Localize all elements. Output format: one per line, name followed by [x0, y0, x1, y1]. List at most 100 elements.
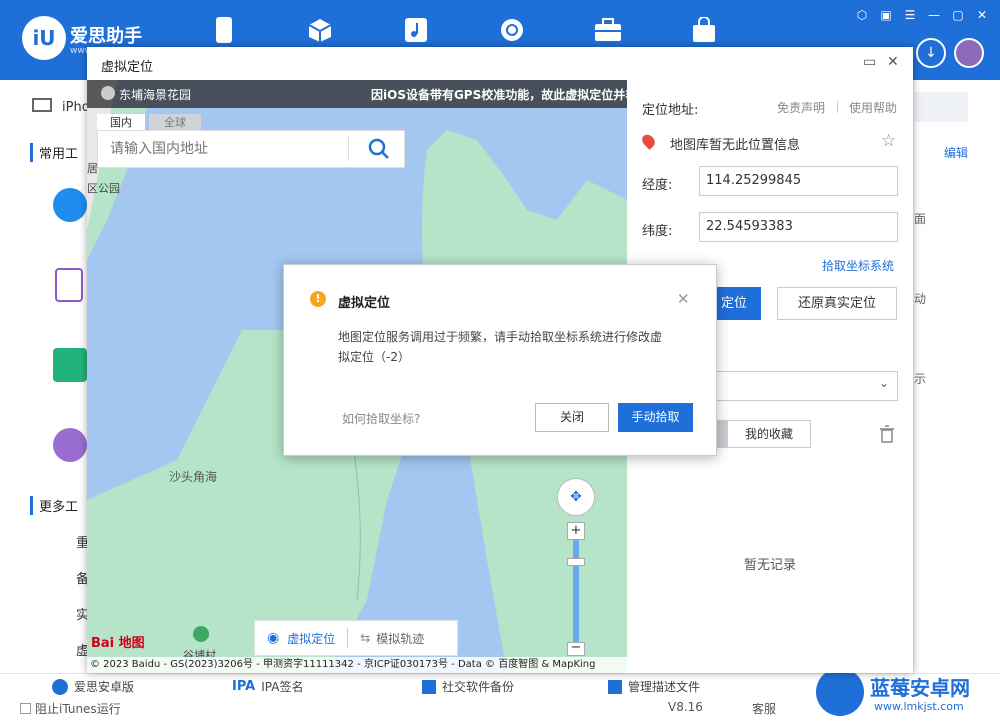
video-app-icon[interactable]: [55, 268, 83, 302]
location-pin-icon: [639, 132, 658, 150]
device-label[interactable]: iPho: [62, 100, 90, 115]
bottom-item-label: IPA签名: [261, 680, 304, 694]
refresh-icon[interactable]: [496, 14, 528, 46]
longitude-label: 经度:: [642, 178, 673, 193]
checkbox-box[interactable]: [20, 703, 31, 714]
search-divider: [348, 137, 349, 161]
zoom-out-button[interactable]: −: [567, 641, 585, 656]
sidebar: iPho 常用工 更多工 重 备 实 虚: [0, 80, 90, 700]
phone-icon[interactable]: [208, 14, 240, 46]
chevron-down-icon: ⌄: [878, 376, 889, 390]
warning-icon: !: [310, 291, 326, 307]
history-dropdown[interactable]: ⌄: [707, 371, 898, 401]
section-more-tools: 更多工: [30, 496, 78, 515]
search-icon[interactable]: [368, 138, 390, 164]
track-icon: ⇆: [360, 631, 371, 645]
toolbar-simulate-track[interactable]: 模拟轨迹: [376, 630, 424, 647]
service-link[interactable]: 客服: [752, 700, 776, 717]
latitude-input[interactable]: 22.54593383: [699, 212, 898, 242]
bottom-item-label: 管理描述文件: [628, 680, 701, 694]
background-right-strip: 编辑 面 动 示: [914, 80, 1000, 700]
map-search-box: [97, 130, 405, 168]
version-label: V8.16: [668, 700, 703, 714]
modal-message: 地图定位服务调用过于频繁，请手动拾取坐标系统进行修改虚拟定位（-2）: [338, 330, 663, 364]
feedback-icon[interactable]: ▣: [878, 8, 894, 22]
minimize-icon[interactable]: —: [926, 8, 942, 22]
bag-icon[interactable]: [688, 14, 720, 46]
watermark-title: 蓝莓安卓网: [870, 676, 970, 700]
help-link[interactable]: 使用帮助: [849, 99, 897, 116]
dialog-title: 虚拟定位: [101, 60, 154, 75]
zoom-slider[interactable]: [573, 540, 579, 644]
section-common-tools: 常用工: [30, 143, 78, 162]
itunes-checkbox[interactable]: 阻止iTunes运行: [20, 700, 121, 717]
map-compass-control[interactable]: ✥: [557, 478, 595, 516]
modal-title: 虚拟定位: [338, 296, 391, 311]
cube-icon[interactable]: [304, 14, 336, 46]
bottom-item-backup[interactable]: 社交软件备份: [422, 678, 514, 695]
sidebar-item-1[interactable]: 重: [52, 532, 89, 551]
map-label-bay: 沙头角海: [169, 470, 218, 484]
map-copyright: © 2023 Baidu - GS(2023)3206号 - 甲测资字11111…: [87, 657, 627, 673]
sidebar-item-3[interactable]: 实: [52, 604, 89, 623]
itunes-checkbox-label: 阻止iTunes运行: [35, 702, 121, 716]
manual-pick-button[interactable]: 手动拾取: [618, 403, 693, 432]
park-icon: [193, 626, 209, 642]
map-search-input[interactable]: [98, 131, 346, 167]
restore-location-button[interactable]: 还原真实定位: [777, 287, 897, 320]
watermark: 蓝莓安卓网 www.lmkjst.com: [812, 666, 1000, 721]
toolbox-icon[interactable]: [592, 14, 624, 46]
profile-icon: [608, 679, 622, 694]
dialog-maximize-icon[interactable]: ▭: [863, 54, 876, 70]
watermark-logo: [816, 668, 864, 716]
map-label-home: 居: [87, 162, 98, 175]
trash-icon[interactable]: [879, 425, 895, 447]
search-bar-bg: [914, 92, 968, 122]
right-item-3: 示: [914, 372, 927, 386]
banner-notice: 因iOS设备带有GPS校准功能，故此虚拟定位并非: [371, 88, 627, 102]
map-location-icon: [101, 86, 115, 100]
right-item-1: 面: [914, 212, 927, 226]
close-icon[interactable]: ✕: [974, 8, 990, 22]
pin-icon: ◉: [267, 630, 280, 646]
menu-icon[interactable]: ☰: [902, 8, 918, 22]
location-info: 地图库暂无此位置信息: [670, 138, 801, 153]
app-logo: iU: [22, 16, 66, 60]
music-icon[interactable]: [400, 14, 432, 46]
longitude-input[interactable]: 114.25299845: [699, 166, 898, 196]
sidebar-item-4[interactable]: 虚: [52, 640, 89, 659]
modal-close-button[interactable]: 关闭: [535, 403, 609, 432]
user-avatar[interactable]: [954, 38, 984, 68]
iu-app-icon[interactable]: [53, 188, 87, 222]
baidu-logo: Bai 地图: [91, 636, 145, 651]
location-label: 定位地址:: [642, 103, 699, 118]
bottom-item-android[interactable]: 爱思安卓版: [52, 678, 134, 695]
favorites-tab[interactable]: 我的收藏: [727, 420, 811, 448]
favorite-star-icon[interactable]: ☆: [881, 131, 896, 151]
ringtone-app-icon[interactable]: [53, 428, 87, 462]
empty-records: 暂无记录: [744, 558, 797, 573]
map-label-park: 区公园: [87, 182, 120, 195]
disclaimer-link[interactable]: 免责声明: [777, 99, 825, 116]
dialog-close-icon[interactable]: ✕: [887, 54, 899, 70]
zoom-handle[interactable]: [567, 558, 585, 566]
map-toolbar: ◉ 虚拟定位 ⇆ 模拟轨迹: [254, 620, 458, 656]
sidebar-item-2[interactable]: 备: [52, 568, 89, 587]
clean-app-icon[interactable]: [53, 348, 87, 382]
skin-icon[interactable]: ⬡: [854, 8, 870, 22]
download-icon[interactable]: ↓: [916, 38, 946, 68]
pick-coordinate-link[interactable]: 拾取坐标系统: [822, 257, 894, 274]
app-title: 爱思助手: [70, 26, 142, 47]
zoom-in-button[interactable]: +: [567, 522, 585, 540]
right-item-2: 动: [914, 292, 927, 306]
device-icon: [32, 98, 52, 112]
edit-link[interactable]: 编辑: [944, 144, 968, 161]
how-to-pick-link[interactable]: 如何拾取坐标?: [342, 410, 420, 427]
iu-icon: [52, 678, 68, 695]
maximize-icon[interactable]: ▢: [950, 8, 966, 22]
toolbar-virtual-location[interactable]: 虚拟定位: [287, 630, 335, 647]
bottom-item-profile[interactable]: 管理描述文件: [608, 678, 700, 695]
bottom-item-ipa[interactable]: IPA IPA签名: [232, 678, 303, 695]
watermark-url: www.lmkjst.com: [874, 700, 964, 713]
modal-close-icon[interactable]: ✕: [677, 290, 690, 308]
